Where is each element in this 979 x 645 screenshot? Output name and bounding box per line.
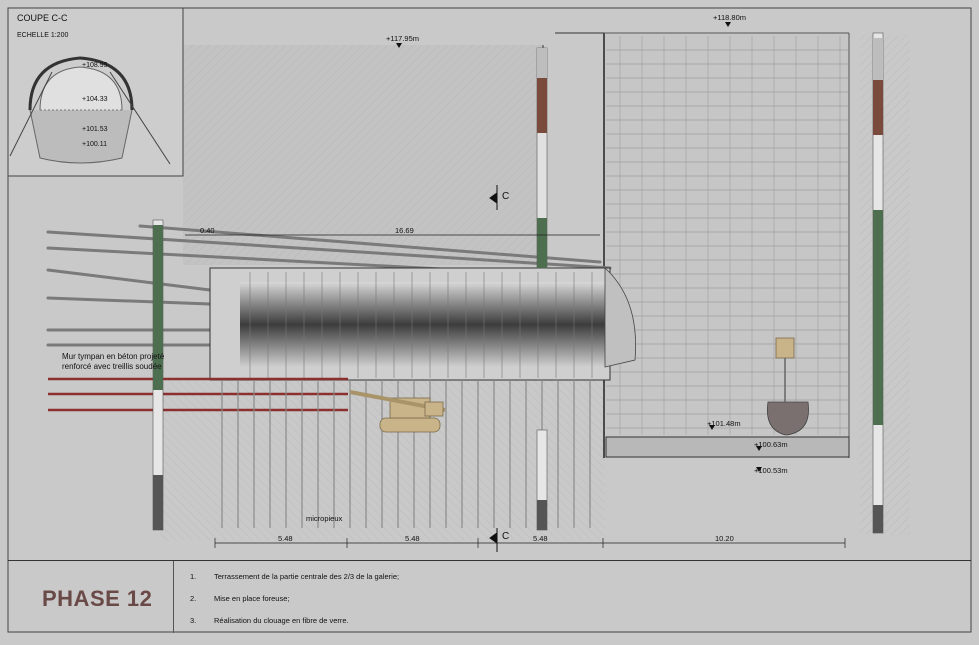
- ground-anchor: [46, 296, 212, 306]
- step-2-text: Mise en place foreuse;: [214, 594, 290, 603]
- title-block: [8, 560, 971, 633]
- phase-title: PHASE 12: [42, 586, 153, 611]
- borehole-left: [152, 219, 164, 531]
- dim-top-offset: 0.40: [200, 226, 215, 235]
- level-2: +100.63m: [754, 440, 788, 449]
- ground-anchor: [46, 268, 212, 292]
- level-top-right: +118.80m: [713, 13, 747, 22]
- section-mark-bottom: C: [502, 531, 510, 542]
- inset-title: COUPE C-C: [17, 13, 68, 23]
- wall-note-line1: Mur tympan en béton projeté: [62, 352, 165, 361]
- step-2-number: 2.: [190, 594, 197, 603]
- level-top-left: +117.95m: [386, 34, 420, 43]
- right-excavation: [604, 33, 849, 458]
- drawing-sheet: COUPE C-C ECHELLE 1:200 +108.95 +104.33 …: [0, 0, 979, 640]
- borehole-right: [872, 32, 884, 534]
- level-pit-bottom: +101.48m: [707, 419, 741, 428]
- inset-level-2: +104.33: [82, 96, 108, 103]
- inset-scale: ECHELLE 1:200: [17, 32, 69, 39]
- section-mark-top: C: [502, 191, 510, 202]
- step-2: 2. Mise en place foreuse;: [190, 594, 399, 616]
- step-3-number: 3.: [190, 616, 197, 625]
- step-1: 1. Terrassement de la partie centrale de…: [190, 572, 399, 594]
- inset-level-3: +101.53: [82, 126, 108, 133]
- pit-slab: [605, 436, 850, 458]
- inset-level-4: +100.11: [82, 141, 107, 148]
- dim-bottom-3: 5.48: [533, 534, 548, 543]
- dim-bottom-1: 5.48: [278, 534, 293, 543]
- step-3: 3. Réalisation du clouage en fibre de ve…: [190, 616, 399, 638]
- inset-level-1: +108.95: [82, 62, 108, 69]
- micropiles-label: micropieux: [306, 514, 343, 523]
- section-drawing: [7, 7, 972, 633]
- phase-steps: 1. Terrassement de la partie centrale de…: [190, 572, 399, 638]
- gallery-tube: [240, 282, 605, 367]
- step-1-text: Terrassement de la partie centrale des 2…: [214, 572, 400, 581]
- level-3: +100.53m: [754, 466, 788, 475]
- wall-note-line2: renforcé avec treillis soudée: [62, 362, 162, 371]
- dim-bottom-2: 5.48: [405, 534, 420, 543]
- step-3-text: Réalisation du clouage en fibre de verre…: [214, 616, 349, 625]
- step-1-number: 1.: [190, 572, 197, 581]
- dim-bottom-4: 10.20: [715, 534, 734, 543]
- dim-top-length: 16.69: [395, 226, 414, 235]
